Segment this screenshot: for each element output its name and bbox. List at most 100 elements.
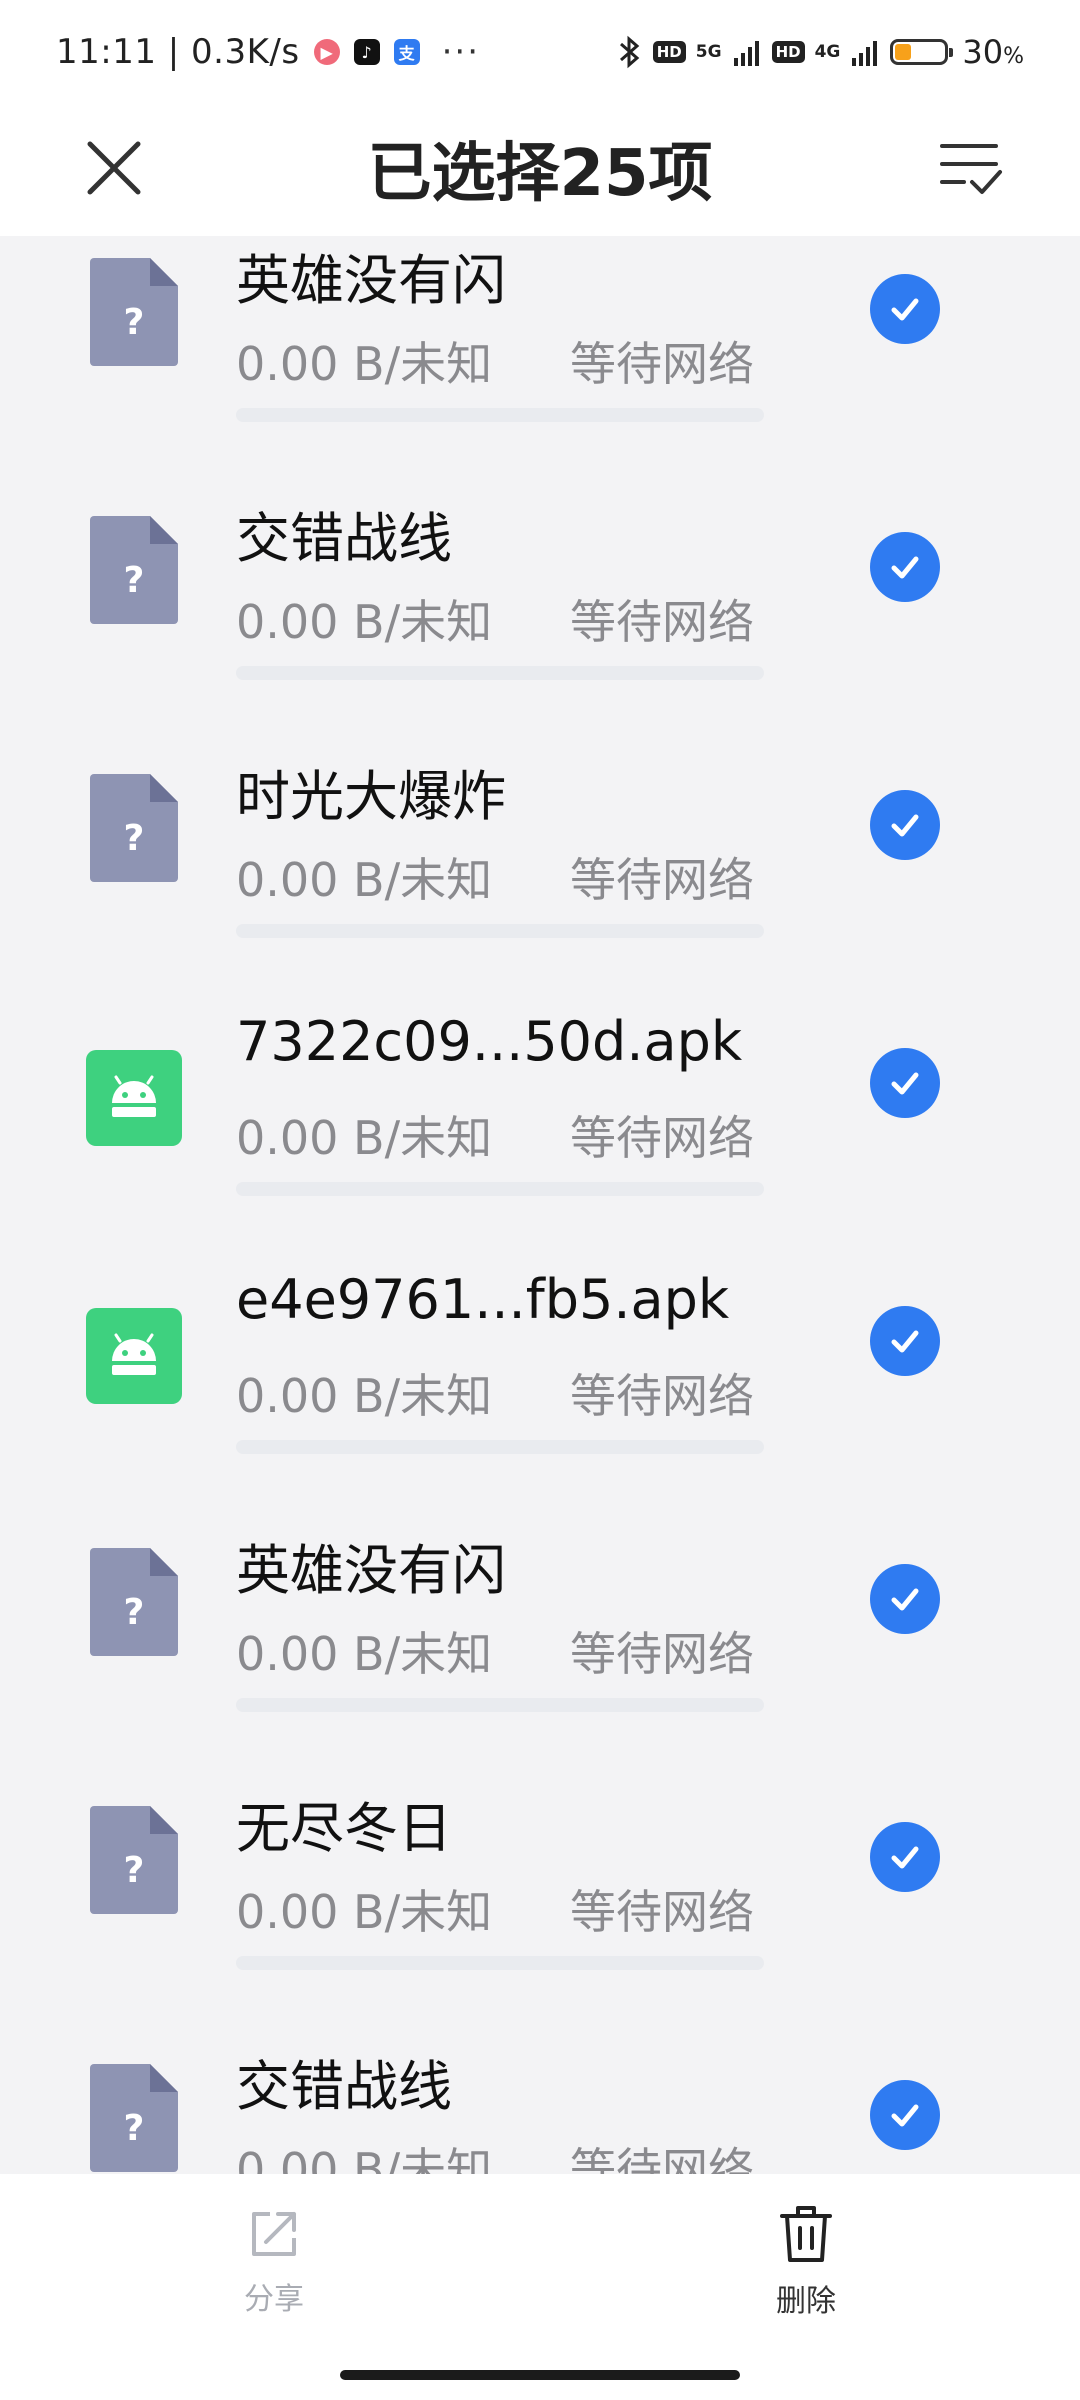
file-size: 0.00 B/未知 bbox=[236, 2143, 493, 2174]
svg-text:?: ? bbox=[124, 2108, 145, 2149]
list-item[interactable]: ? 无尽冬日 0.00 B/未知 等待网络 bbox=[0, 1782, 1080, 2040]
video-app-icon: ▶ bbox=[313, 39, 340, 65]
battery-icon bbox=[890, 39, 954, 65]
status-time: 11:11 | 0.3K/s bbox=[56, 32, 300, 72]
check-icon bbox=[891, 814, 919, 837]
delete-label: 删除 bbox=[776, 2284, 836, 2319]
download-status: 等待网络 bbox=[570, 1627, 754, 1681]
download-list[interactable]: ? 英雄没有闪 0.00 B/未知 等待网络? 交错战线 0.00 B/未知 等待网络? 时光… bbox=[0, 236, 1080, 2174]
svg-text:?: ? bbox=[124, 302, 145, 343]
selection-header: 已选择25项 bbox=[0, 104, 1080, 236]
svg-text:?: ? bbox=[124, 1850, 145, 1891]
delete-button[interactable]: 删除 bbox=[746, 2202, 866, 2320]
progress-bar bbox=[236, 1182, 764, 1196]
progress-bar bbox=[236, 1698, 764, 1712]
check-icon bbox=[891, 298, 919, 321]
download-status: 等待网络 bbox=[570, 337, 754, 391]
unknown-file-icon: ? bbox=[88, 1804, 180, 1916]
file-size: 0.00 B/未知 bbox=[236, 337, 493, 391]
status-bar: 11:11 | 0.3K/s ▶ ♪ 支 ··· HD 5G HD 4G 30% bbox=[0, 0, 1080, 104]
unknown-file-icon: ? bbox=[88, 514, 180, 626]
selected-checkbox[interactable] bbox=[870, 274, 940, 344]
network-5g-label: 5G bbox=[695, 42, 722, 62]
file-name: 时光大爆炸 bbox=[236, 765, 506, 828]
progress-bar bbox=[236, 1956, 764, 1970]
file-name: 交错战线 bbox=[236, 2055, 452, 2118]
network-4g-label: 4G bbox=[814, 42, 841, 62]
android-apk-icon bbox=[86, 1308, 182, 1404]
progress-bar bbox=[236, 408, 764, 422]
list-item[interactable]: ? 时光大爆炸 0.00 B/未知 等待网络 bbox=[0, 750, 1080, 1008]
progress-bar bbox=[236, 666, 764, 680]
selected-checkbox[interactable] bbox=[870, 1048, 940, 1118]
selected-checkbox[interactable] bbox=[870, 1564, 940, 1634]
list-item[interactable]: ? 英雄没有闪 0.00 B/未知 等待网络 bbox=[0, 1524, 1080, 1782]
share-label: 分享 bbox=[244, 2282, 304, 2317]
file-size: 0.00 B/未知 bbox=[236, 1885, 493, 1939]
progress-bar bbox=[236, 924, 764, 938]
unknown-file-icon: ? bbox=[88, 772, 180, 884]
page-title: 已选择25项 bbox=[367, 137, 713, 211]
download-status: 等待网络 bbox=[570, 1885, 754, 1939]
battery-percent-wrap: 30% bbox=[962, 33, 1024, 71]
list-item[interactable]: ? 英雄没有闪 0.00 B/未知 等待网络 bbox=[0, 236, 1080, 492]
file-name: 英雄没有闪 bbox=[236, 249, 506, 312]
battery-fill bbox=[895, 44, 911, 60]
check-icon bbox=[891, 1330, 919, 1353]
selected-checkbox[interactable] bbox=[870, 2080, 940, 2150]
check-icon bbox=[891, 1846, 919, 1869]
check-icon bbox=[891, 556, 919, 579]
unknown-file-icon: ? bbox=[88, 256, 180, 368]
download-status: 等待网络 bbox=[570, 2143, 754, 2174]
file-name: 英雄没有闪 bbox=[236, 1539, 506, 1602]
share-button[interactable]: 分享 bbox=[214, 2204, 334, 2318]
check-icon bbox=[891, 2104, 919, 2127]
hd-badge-2: HD bbox=[771, 41, 805, 63]
file-size: 0.00 B/未知 bbox=[236, 853, 493, 907]
file-name: 交错战线 bbox=[236, 507, 452, 570]
list-item[interactable]: ? 交错战线 0.00 B/未知 等待网络 bbox=[0, 492, 1080, 750]
download-status: 等待网络 bbox=[570, 595, 754, 649]
select-all-button[interactable] bbox=[934, 130, 1014, 210]
unknown-file-icon: ? bbox=[88, 1546, 180, 1658]
svg-text:?: ? bbox=[124, 1592, 145, 1633]
selected-checkbox[interactable] bbox=[870, 790, 940, 860]
svg-text:?: ? bbox=[124, 818, 145, 859]
download-status: 等待网络 bbox=[570, 1369, 754, 1423]
selected-checkbox[interactable] bbox=[870, 1822, 940, 1892]
battery-percent: 30 bbox=[962, 33, 1004, 71]
file-size: 0.00 B/未知 bbox=[236, 595, 493, 649]
more-notifications-icon: ··· bbox=[441, 32, 481, 72]
file-name: e4e9761...fb5.apk bbox=[236, 1268, 730, 1331]
download-status: 等待网络 bbox=[570, 853, 754, 907]
tiktok-icon: ♪ bbox=[353, 39, 380, 65]
hd-badge: HD bbox=[652, 41, 686, 63]
signal-icon bbox=[733, 41, 759, 66]
bottom-action-bar: 分享 删除 bbox=[0, 2174, 1080, 2400]
list-item[interactable]: ? 交错战线 0.00 B/未知 等待网络 bbox=[0, 2040, 1080, 2174]
svg-text:?: ? bbox=[124, 560, 145, 601]
file-name: 无尽冬日 bbox=[236, 1797, 452, 1860]
file-size: 0.00 B/未知 bbox=[236, 1369, 493, 1423]
file-size: 0.00 B/未知 bbox=[236, 1111, 493, 1165]
list-item[interactable]: e4e9761...fb5.apk 0.00 B/未知 等待网络 bbox=[0, 1266, 1080, 1524]
selected-checkbox[interactable] bbox=[870, 1306, 940, 1376]
bluetooth-icon bbox=[619, 35, 640, 69]
signal-icon-2 bbox=[852, 41, 878, 66]
trash-icon bbox=[780, 2206, 832, 2262]
home-indicator[interactable] bbox=[340, 2370, 740, 2380]
check-icon bbox=[891, 1072, 919, 1095]
download-status: 等待网络 bbox=[570, 1111, 754, 1165]
android-apk-icon bbox=[86, 1050, 182, 1146]
progress-bar bbox=[236, 1440, 764, 1454]
battery-unit: % bbox=[1003, 44, 1024, 69]
check-icon bbox=[891, 1588, 919, 1611]
alipay-icon: 支 bbox=[393, 39, 420, 65]
share-icon bbox=[252, 2212, 296, 2256]
checklist-icon bbox=[940, 144, 1002, 194]
selected-checkbox[interactable] bbox=[870, 532, 940, 602]
file-name: 7322c09...50d.apk bbox=[236, 1010, 743, 1073]
file-size: 0.00 B/未知 bbox=[236, 1627, 493, 1681]
list-item[interactable]: 7322c09...50d.apk 0.00 B/未知 等待网络 bbox=[0, 1008, 1080, 1266]
unknown-file-icon: ? bbox=[88, 2062, 180, 2174]
